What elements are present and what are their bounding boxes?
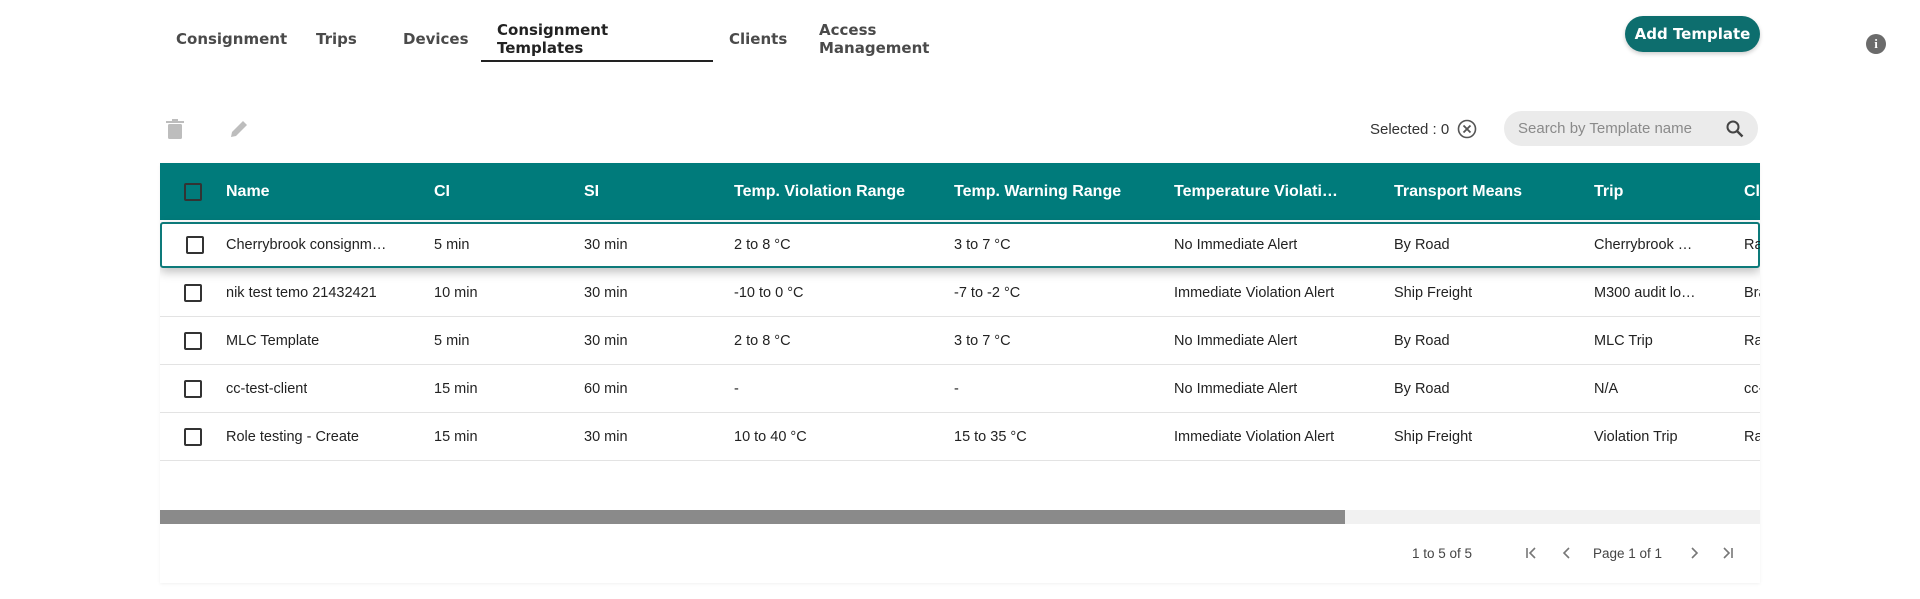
cell-trip: M300 audit lo… xyxy=(1594,284,1696,301)
cell-violation-range: 10 to 40 °C xyxy=(734,428,807,445)
cell-trip: Cherrybrook … xyxy=(1594,237,1693,253)
cell-name: nik test temo 21432421 xyxy=(226,284,377,301)
templates-table: Name CI SI Temp. Violation Range Temp. W… xyxy=(160,163,1760,583)
column-header-si[interactable]: SI xyxy=(584,163,599,220)
cell-transport-means: By Road xyxy=(1394,332,1450,349)
column-header-transport-means[interactable]: Transport Means xyxy=(1394,163,1522,220)
tab-label: Access Management xyxy=(819,21,930,57)
column-header-ci[interactable]: CI xyxy=(434,163,450,220)
cell-temperature-violation: No Immediate Alert xyxy=(1174,380,1298,397)
cell-client: Ra xyxy=(1744,428,1760,445)
cell-violation-range: - xyxy=(734,380,739,397)
pagination-range: 1 to 5 of 5 xyxy=(1412,546,1473,561)
next-page-icon[interactable] xyxy=(1686,545,1702,561)
cell-si: 30 min xyxy=(584,428,628,445)
column-header-warning-range[interactable]: Temp. Warning Range xyxy=(954,163,1121,220)
column-header-violation-range[interactable]: Temp. Violation Range xyxy=(734,163,905,220)
last-page-icon[interactable] xyxy=(1719,545,1735,561)
cell-warning-range: 15 to 35 °C xyxy=(954,428,1027,445)
tab-consignment[interactable]: Consignment xyxy=(160,16,300,62)
page-indicator: Page 1 of 1 xyxy=(1593,546,1663,561)
tab-label: Clients xyxy=(729,30,788,48)
selected-label: Selected : 0 xyxy=(1370,120,1450,138)
search-icon[interactable] xyxy=(1726,120,1744,138)
tab-label: Consignment xyxy=(176,30,288,48)
top-nav: Consignment Trips Devices Consignment Te… xyxy=(160,16,983,62)
cell-temperature-violation: No Immediate Alert xyxy=(1174,332,1298,349)
cell-name: MLC Template xyxy=(226,332,320,349)
previous-page-icon[interactable] xyxy=(1559,545,1575,561)
cell-temperature-violation: Immediate Violation Alert xyxy=(1174,428,1335,445)
cell-ci: 15 min xyxy=(434,428,478,445)
cell-warning-range: 3 to 7 °C xyxy=(954,332,1011,349)
table-row[interactable]: MLC Template 5 min 30 min 2 to 8 °C 3 to… xyxy=(160,317,1760,365)
tab-label: Consignment Templates xyxy=(497,21,609,57)
cell-warning-range: 3 to 7 °C xyxy=(954,237,1011,253)
search-input[interactable] xyxy=(1518,120,1726,137)
cell-ci: 15 min xyxy=(434,380,478,397)
row-checkbox[interactable] xyxy=(184,331,202,350)
cell-ci: 5 min xyxy=(434,332,470,349)
tab-consignment-templates[interactable]: Consignment Templates xyxy=(481,16,713,62)
clear-circle-icon[interactable] xyxy=(1457,119,1477,139)
cell-ci: 5 min xyxy=(434,237,470,253)
row-checkbox[interactable] xyxy=(186,236,204,254)
cell-si: 30 min xyxy=(584,284,628,301)
table-row[interactable]: Role testing - Create 15 min 30 min 10 t… xyxy=(160,413,1760,461)
tab-label: Trips xyxy=(316,30,357,48)
tab-devices[interactable]: Devices xyxy=(387,16,481,62)
tab-trips[interactable]: Trips xyxy=(300,16,387,62)
row-checkbox[interactable] xyxy=(184,379,202,398)
cell-transport-means: Ship Freight xyxy=(1394,428,1473,445)
cell-name: Cherrybrook consignm… xyxy=(226,237,387,253)
cell-client: cc- xyxy=(1744,380,1760,397)
trash-icon[interactable] xyxy=(163,117,187,141)
first-page-icon[interactable] xyxy=(1524,545,1540,561)
tab-clients[interactable]: Clients xyxy=(713,16,803,62)
cell-name: Role testing - Create xyxy=(226,428,359,445)
row-checkbox[interactable] xyxy=(184,427,202,446)
cell-si: 30 min xyxy=(584,237,628,253)
cell-transport-means: By Road xyxy=(1394,380,1450,397)
cell-warning-range: -7 to -2 °C xyxy=(954,284,1021,301)
cell-ci: 10 min xyxy=(434,284,478,301)
table-row[interactable]: Cherrybrook consignm… 5 min 30 min 2 to … xyxy=(160,222,1760,268)
search-box xyxy=(1504,111,1758,146)
info-icon[interactable]: i xyxy=(1866,34,1886,54)
tab-access-management[interactable]: Access Management xyxy=(803,16,983,62)
cell-trip: N/A xyxy=(1594,380,1619,397)
cell-violation-range: -10 to 0 °C xyxy=(734,284,804,301)
cell-temperature-violation: Immediate Violation Alert xyxy=(1174,284,1335,301)
cell-client: Bra xyxy=(1744,284,1760,301)
table-row[interactable]: nik test temo 21432421 10 min 30 min -10… xyxy=(160,269,1760,317)
row-checkbox[interactable] xyxy=(184,283,202,302)
cell-violation-range: 2 to 8 °C xyxy=(734,237,791,253)
cell-transport-means: By Road xyxy=(1394,237,1450,253)
cell-name: cc-test-client xyxy=(226,380,308,397)
column-header-name[interactable]: Name xyxy=(226,163,270,220)
cell-client: Ra xyxy=(1744,237,1760,253)
cell-trip: Violation Trip xyxy=(1594,428,1678,445)
pencil-icon[interactable] xyxy=(227,117,251,141)
table-row[interactable]: cc-test-client 15 min 60 min - - No Imme… xyxy=(160,365,1760,413)
horizontal-scrollbar[interactable] xyxy=(160,510,1760,524)
column-header-temperature-violation[interactable]: Temperature Violati… xyxy=(1174,163,1338,220)
column-header-trip[interactable]: Trip xyxy=(1594,163,1623,220)
cell-temperature-violation: No Immediate Alert xyxy=(1174,237,1298,253)
tab-label: Devices xyxy=(403,30,469,48)
table-header: Name CI SI Temp. Violation Range Temp. W… xyxy=(160,163,1760,220)
add-template-button[interactable]: Add Template xyxy=(1625,16,1760,52)
cell-violation-range: 2 to 8 °C xyxy=(734,332,791,349)
select-all-checkbox[interactable] xyxy=(184,182,202,201)
cell-si: 30 min xyxy=(584,332,628,349)
cell-si: 60 min xyxy=(584,380,628,397)
selected-count: Selected : 0 xyxy=(1370,119,1477,139)
cell-transport-means: Ship Freight xyxy=(1394,284,1473,301)
column-header-client[interactable]: Cl xyxy=(1744,163,1760,220)
cell-warning-range: - xyxy=(954,380,959,397)
scrollbar-thumb[interactable] xyxy=(160,510,1345,524)
cell-trip: MLC Trip xyxy=(1594,332,1653,349)
cell-client: Ra xyxy=(1744,332,1760,349)
